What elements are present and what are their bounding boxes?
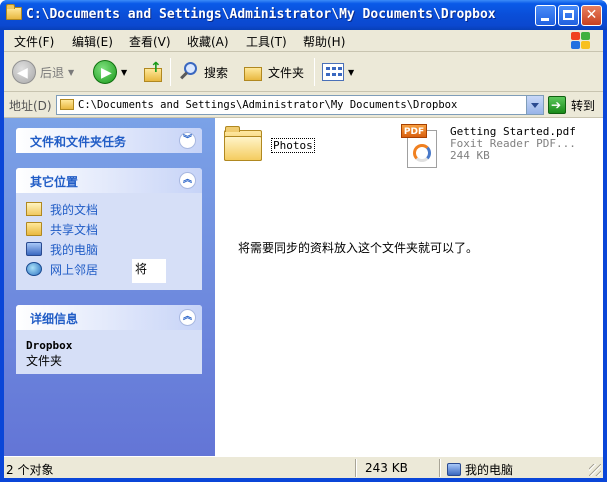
status-separator	[355, 459, 357, 477]
other-places-title: 其它位置	[30, 175, 79, 189]
expand-button[interactable]: ︾	[179, 132, 196, 149]
explorer-window: C:\Documents and Settings\Administrator\…	[0, 0, 607, 482]
file-tasks-panel: 文件和文件夹任务 ︾	[16, 128, 202, 153]
menu-view[interactable]: 查看(V)	[129, 33, 171, 50]
views-button[interactable]: ▼	[322, 58, 354, 86]
address-input[interactable]: C:\Documents and Settings\Administrator\…	[56, 95, 544, 115]
toolbar-separator	[170, 58, 171, 86]
back-label: 后退	[40, 65, 65, 80]
task-pane: 文件和文件夹任务 ︾ 其它位置 ︽ 我的文档 共享文档 我的电脑 网上邻居 详细…	[4, 118, 215, 456]
menu-help[interactable]: 帮助(H)	[303, 33, 345, 50]
link-my-documents[interactable]: 我的文档	[26, 199, 192, 219]
detail-folder-name: Dropbox	[26, 339, 73, 352]
folders-button[interactable]: 文件夹	[242, 58, 304, 86]
menu-file[interactable]: 文件(F)	[14, 33, 54, 50]
forward-button[interactable]: ▶ ▼	[93, 58, 127, 86]
other-places-header[interactable]: 其它位置 ︽	[16, 168, 202, 193]
status-separator	[439, 459, 441, 477]
menu-bar: 文件(F) 编辑(E) 查看(V) 收藏(A) 工具(T) 帮助(H)	[4, 30, 603, 52]
search-label: 搜索	[204, 65, 229, 80]
address-dropdown-button[interactable]	[526, 96, 543, 114]
link-label: 共享文档	[50, 222, 99, 237]
details-body: Dropbox 文件夹	[16, 330, 202, 374]
views-icon	[322, 63, 344, 81]
status-size: 243 KB	[365, 461, 408, 475]
toolbar: ◀ 后退 ▼ ▶ ▼ ↑ 搜索 文件夹 ▼	[4, 52, 603, 92]
my-computer-icon	[26, 242, 42, 256]
chevron-down-icon: ︾	[182, 135, 192, 145]
go-arrow-icon	[548, 96, 566, 114]
detail-folder-type: 文件夹	[26, 354, 63, 368]
folder-icon	[60, 99, 74, 110]
title-bar[interactable]: C:\Documents and Settings\Administrator\…	[0, 0, 607, 30]
chevron-up-icon: ︽	[182, 175, 192, 185]
maximize-button[interactable]	[558, 5, 579, 26]
views-dropdown-icon: ▼	[348, 67, 355, 77]
file-tasks-header[interactable]: 文件和文件夹任务 ︾	[16, 128, 202, 153]
details-header[interactable]: 详细信息 ︽	[16, 305, 202, 330]
tooltip-text: 将	[135, 262, 148, 276]
status-location: 我的电脑	[447, 461, 513, 478]
address-value: C:\Documents and Settings\Administrator\…	[78, 99, 458, 111]
file-tasks-title: 文件和文件夹任务	[30, 135, 127, 149]
status-location-label: 我的电脑	[465, 463, 514, 477]
collapse-button[interactable]: ︽	[179, 172, 196, 189]
search-icon	[178, 61, 200, 83]
details-title: 详细信息	[30, 312, 79, 326]
up-button[interactable]: ↑	[143, 58, 165, 86]
other-places-panel: 其它位置 ︽ 我的文档 共享文档 我的电脑 网上邻居	[16, 168, 202, 290]
resize-grip[interactable]	[589, 464, 601, 476]
sync-instruction-text: 将需要同步的资料放入这个文件夹就可以了。	[238, 241, 479, 255]
close-icon: ✕	[585, 7, 598, 23]
back-button[interactable]: ◀ 后退 ▼	[12, 58, 74, 86]
status-bar: 2 个对象 243 KB 我的电脑	[4, 456, 603, 478]
forward-dropdown-icon: ▼	[121, 67, 128, 77]
collapse-button[interactable]: ︽	[179, 309, 196, 326]
tooltip: 将	[132, 259, 166, 283]
folders-label: 文件夹	[268, 65, 305, 80]
maximize-icon	[563, 10, 574, 20]
windows-logo-icon	[569, 31, 593, 51]
menu-edit[interactable]: 编辑(E)	[72, 33, 113, 50]
address-label: 地址(D)	[9, 99, 52, 113]
address-bar: 地址(D) C:\Documents and Settings\Administ…	[4, 92, 603, 118]
folder-icon	[6, 4, 22, 20]
pdf-file-item[interactable]: Getting Started.pdf Foxit Reader PDF... …	[450, 126, 576, 162]
close-button[interactable]: ✕	[581, 5, 602, 26]
my-documents-icon	[26, 202, 42, 216]
menu-favorites[interactable]: 收藏(A)	[187, 33, 229, 50]
link-my-computer[interactable]: 我的电脑	[26, 239, 192, 259]
search-button[interactable]: 搜索	[178, 58, 228, 86]
up-folder-icon: ↑	[143, 61, 165, 83]
file-list[interactable]: Photos PDF Getting Started.pdf Foxit Rea…	[215, 118, 603, 456]
link-shared-documents[interactable]: 共享文档	[26, 219, 192, 239]
photos-folder-icon[interactable]	[224, 126, 262, 162]
shared-folder-icon	[26, 222, 42, 236]
network-places-icon	[26, 262, 42, 276]
link-label: 网上邻居	[50, 262, 99, 277]
go-button[interactable]: 转到	[548, 95, 595, 115]
pdf-file-size: 244 KB	[450, 149, 490, 162]
my-computer-icon	[447, 463, 461, 476]
details-panel: 详细信息 ︽ Dropbox 文件夹	[16, 305, 202, 374]
folders-icon	[242, 61, 264, 83]
photos-folder-label[interactable]: Photos	[271, 138, 315, 153]
minimize-icon	[541, 18, 549, 21]
status-object-count: 2 个对象	[6, 463, 54, 477]
toolbar-separator	[314, 58, 315, 86]
back-arrow-icon: ◀	[12, 60, 36, 84]
pdf-file-icon[interactable]: PDF	[401, 124, 441, 170]
other-places-body: 我的文档 共享文档 我的电脑 网上邻居	[16, 193, 202, 290]
forward-arrow-icon: ▶	[93, 60, 117, 84]
link-network-places[interactable]: 网上邻居	[26, 259, 192, 279]
minimize-button[interactable]	[535, 5, 556, 26]
chevron-up-icon: ︽	[182, 312, 192, 322]
link-label: 我的电脑	[50, 242, 99, 257]
back-dropdown-icon: ▼	[68, 67, 75, 77]
go-label: 转到	[571, 98, 596, 113]
window-title: C:\Documents and Settings\Administrator\…	[26, 7, 496, 22]
link-label: 我的文档	[50, 202, 99, 217]
menu-tools[interactable]: 工具(T)	[246, 33, 287, 50]
